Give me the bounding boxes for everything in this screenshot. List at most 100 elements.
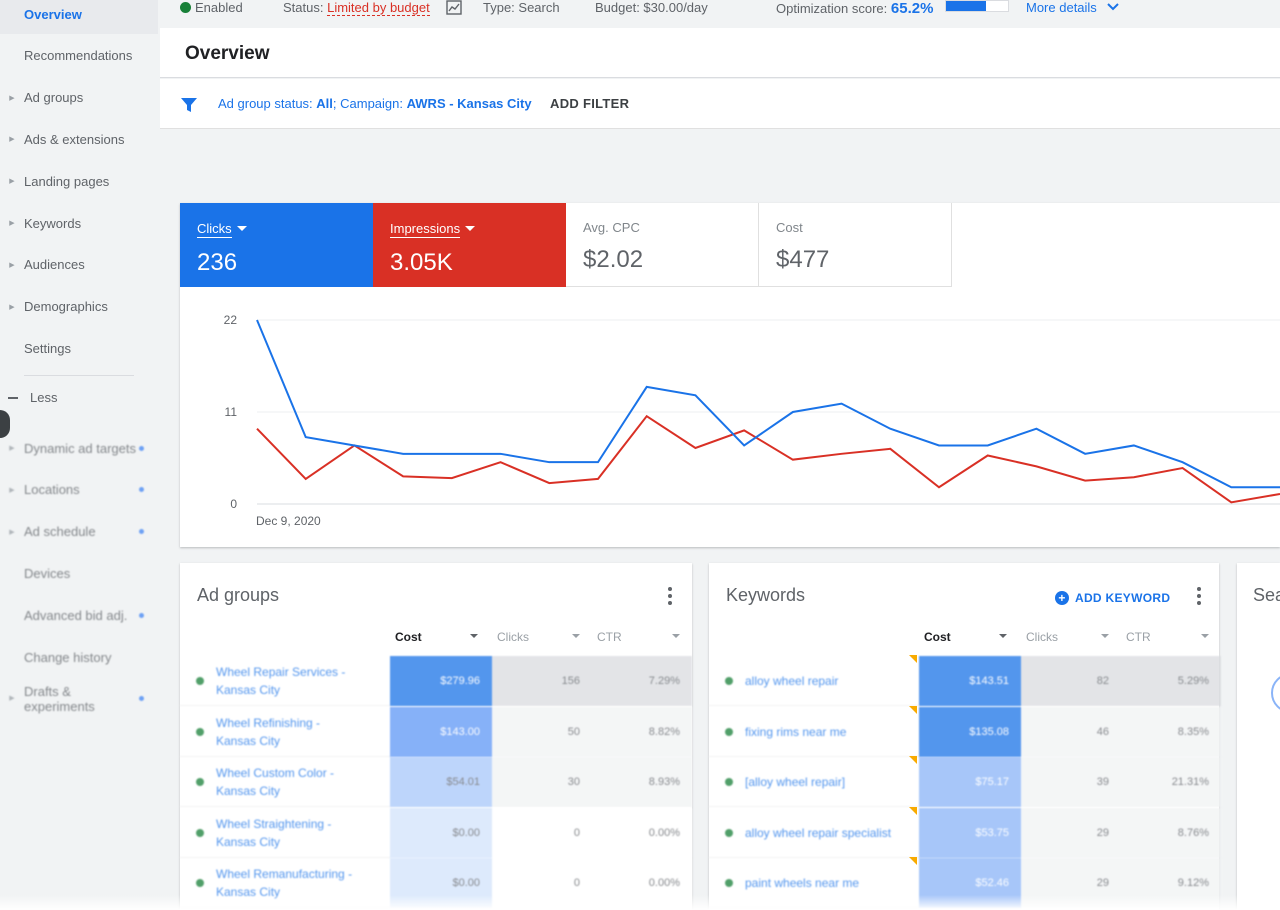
less-toggle[interactable]: Less [8,390,57,405]
sidebar-item-settings[interactable]: Settings [0,328,158,368]
row-name-link[interactable]: [alloy wheel repair] [725,757,905,807]
column-header-clicks[interactable]: Clicks [1026,630,1121,644]
sidebar-item-landing-pages[interactable]: ▶ Landing pages [0,161,158,201]
more-vert-icon[interactable] [668,587,672,608]
optimization-score[interactable]: Optimization score: 65.2% [776,0,933,17]
table-row[interactable]: Wheel Repair Services - Kansas City $279.… [180,656,692,706]
row-name-link[interactable]: Wheel Refinishing - Kansas City [196,707,361,757]
table-row[interactable]: fixing rims near me $135.08 46 8.35% [709,706,1221,757]
metric-avg-cpc[interactable]: Avg. CPC $2.02 [566,203,759,287]
sidebar-item-overview[interactable]: Overview [0,0,158,34]
add-keyword-button[interactable]: + ADD KEYWORD [1055,591,1170,605]
performance-chart-card: Clicks 236 Impressions 3.05K Avg. CPC $2… [180,203,1280,547]
sidebar-item-label: Recommendations [24,48,133,64]
cell-ctr: 5.29% [1121,656,1221,706]
metric-impressions[interactable]: Impressions 3.05K [373,203,566,287]
table-row[interactable]: alloy wheel repair $143.51 82 5.29% [709,656,1221,706]
metric-cost-label: Cost [776,220,803,235]
page-title: Overview [185,43,270,64]
sidebar-item-ad-schedule[interactable]: ▶ Ad schedule [0,512,158,552]
sidebar-item-dynamic-ad-targets[interactable]: ▶ Dynamic ad targets [0,428,158,468]
metric-clicks-label: Clicks [197,221,232,238]
cell-clicks: 29 [1021,807,1121,858]
table-row[interactable]: Wheel Refinishing - Kansas City $143.00 50… [180,706,692,757]
row-name-link[interactable]: fixing rims near me [725,707,905,757]
cell-clicks: 46 [1021,706,1121,757]
new-indicator-dot-icon [139,445,144,451]
enabled-status[interactable]: Enabled [180,0,243,15]
sidebar-item-devices[interactable]: Devices [0,553,158,593]
loading-ring-icon [1271,673,1280,713]
add-keyword-label: ADD KEYWORD [1075,591,1171,605]
active-filter[interactable]: Ad group status: All; Campaign: AWRS - K… [218,96,532,111]
column-header-ctr[interactable]: CTR [1126,630,1221,644]
sidebar-item-ad-groups[interactable]: ▶ Ad groups [0,78,158,118]
warning-flag-icon[interactable] [909,857,917,865]
warning-flag-icon[interactable] [909,655,917,663]
more-vert-icon[interactable] [1197,587,1201,608]
row-name: alloy wheel repair [745,674,839,688]
warning-flag-icon[interactable] [909,756,917,764]
metric-clicks[interactable]: Clicks 236 [180,203,373,287]
row-name-link[interactable]: alloy wheel repair [725,656,905,706]
expand-arrow-icon: ▶ [9,94,15,102]
cell-cost: $143.00 [390,706,492,757]
metric-cost[interactable]: Cost $477 [759,203,952,287]
sidebar-item-label: Ads & extensions [24,131,125,147]
page-header: Overview [160,28,1280,78]
column-header-label: Clicks [497,630,529,644]
sort-arrow-icon [1201,634,1209,638]
sidebar-item-audiences[interactable]: ▶ Audiences [0,245,158,285]
sidebar-item-keywords[interactable]: ▶ Keywords [0,203,158,243]
sidebar-item-label: Dynamic ad targets [24,440,136,456]
y-tick-label: 0 [230,497,237,511]
expand-arrow-icon: ▶ [9,220,15,227]
sidebar-item-advanced-bid-adj[interactable]: Advanced bid adj. [0,595,158,635]
warning-flag-icon[interactable] [909,705,917,714]
column-header-cost[interactable]: Cost [395,630,490,644]
table-row[interactable]: Wheel Custom Color - Kansas City $54.01 30… [180,757,692,807]
sidebar-item-drafts-experiments[interactable]: ▶ Drafts & experiments [0,679,158,719]
table-row[interactable]: alloy wheel repair specialist $53.75 29 8.7… [709,807,1221,858]
expand-arrow-icon: ▶ [9,261,15,269]
sidebar-item-locations[interactable]: ▶ Locations [0,470,158,510]
row-name-link[interactable]: alloy wheel repair specialist [725,808,905,858]
row-name-link[interactable]: Wheel Straightening - Kansas City [196,808,361,858]
column-header-label: CTR [597,630,622,644]
warning-flag-icon[interactable] [909,806,917,815]
add-filter-button[interactable]: ADD FILTER [550,96,629,111]
status-value-link[interactable]: Limited by budget [327,0,430,16]
status-dot-icon [725,879,733,887]
column-header-cost[interactable]: Cost [924,630,1019,644]
enabled-label: Enabled [195,0,243,15]
row-name: Wheel Repair Services - Kansas City [216,665,346,697]
status-info: Status: Limited by budget [283,0,430,16]
column-header-label: CTR [1126,630,1151,644]
table-row[interactable]: [alloy wheel repair] $75.17 39 21.31% [709,757,1221,807]
sidebar-item-label: Locations [24,482,80,498]
sidebar-item-label: Drafts & experiments [24,683,95,714]
sort-arrow-icon [470,634,478,638]
row-name-link[interactable]: Wheel Custom Color - Kansas City [196,757,361,807]
column-header-label: Clicks [1026,630,1058,644]
filter-icon[interactable] [180,96,198,114]
cell-ctr: 7.29% [592,656,692,706]
sidebar-item-recommendations[interactable]: Recommendations [0,36,158,76]
table-row[interactable]: Wheel Straightening - Kansas City $0.00 0 0… [180,807,692,858]
x-start-label: Dec 9, 2020 [256,514,321,528]
trend-chart-icon[interactable] [446,0,462,18]
sidebar-item-change-history[interactable]: Change history [0,637,158,677]
expand-arrow-icon: ▶ [9,303,15,311]
clicks-series-line[interactable] [256,319,1280,489]
sidebar-item-demographics[interactable]: ▶ Demographics [0,287,158,327]
sidebar-item-ads-extensions[interactable]: ▶ Ads & extensions [0,119,158,159]
campaign-budget[interactable]: Budget: $30.00/day [595,0,708,15]
campaign-status-bar: Enabled Status: Limited by budget Type: … [160,0,1280,28]
sort-arrow-icon [572,634,580,638]
column-header-ctr[interactable]: CTR [597,630,692,644]
more-details-button[interactable]: More details [1026,0,1120,15]
expand-arrow-icon: ▶ [9,445,15,452]
cell-cost: $279.96 [390,656,492,706]
row-name-link[interactable]: Wheel Repair Services - Kansas City [196,656,361,706]
column-header-clicks[interactable]: Clicks [497,630,592,644]
